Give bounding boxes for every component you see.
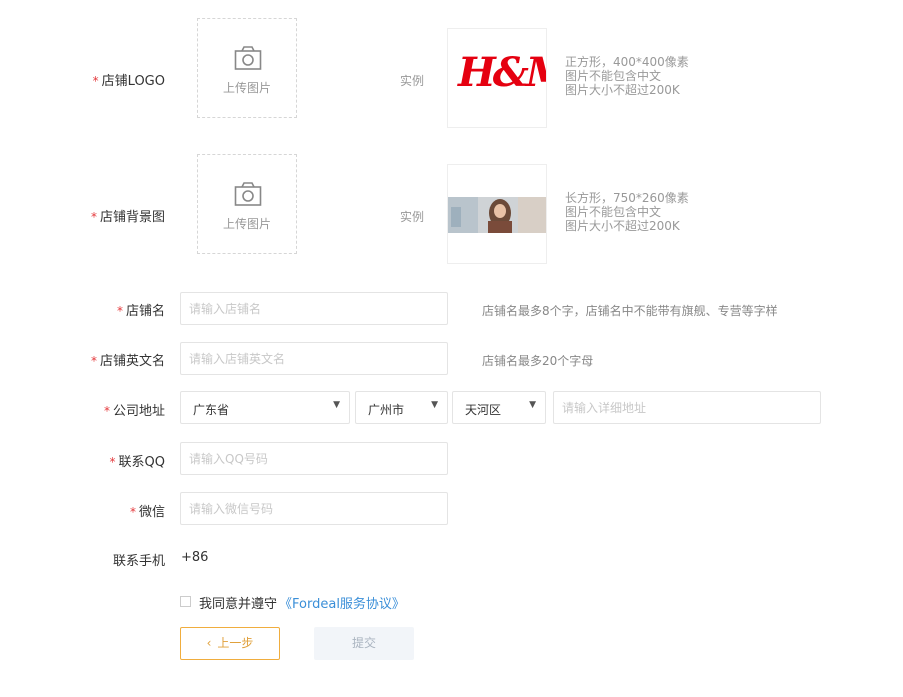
required-mark: * bbox=[90, 210, 97, 224]
background-label: * 店铺背景图 bbox=[90, 210, 165, 225]
prev-step-button[interactable]: ‹ 上一步 bbox=[180, 627, 280, 660]
store-english-name-hint: 店铺名最多20个字母 bbox=[482, 354, 594, 368]
agreement-checkbox[interactable] bbox=[180, 596, 191, 607]
required-mark: * bbox=[90, 354, 97, 368]
camera-icon bbox=[234, 182, 262, 206]
logo-spec: 正方形，400*400像素 图片不能包含中文 图片大小不超过200K bbox=[565, 55, 689, 97]
province-value: 广东省 bbox=[193, 403, 230, 417]
store-english-name-input[interactable] bbox=[180, 342, 448, 375]
submit-button[interactable]: 提交 bbox=[314, 627, 414, 660]
required-mark: * bbox=[116, 304, 123, 318]
store-name-label: * 店铺名 bbox=[116, 304, 165, 319]
logo-example-image: H&M bbox=[447, 28, 547, 128]
hm-logo: H&M bbox=[458, 49, 546, 96]
background-example-image bbox=[447, 164, 547, 264]
required-mark: * bbox=[129, 505, 136, 519]
background-example-label: 实例 bbox=[400, 210, 425, 224]
wechat-input[interactable] bbox=[180, 492, 448, 525]
background-upload[interactable]: 上传图片 bbox=[197, 154, 297, 254]
address-detail-input[interactable] bbox=[553, 391, 821, 424]
wechat-label: * 微信 bbox=[129, 505, 165, 520]
logo-upload[interactable]: 上传图片 bbox=[197, 18, 297, 118]
store-name-input[interactable] bbox=[180, 292, 448, 325]
required-mark: * bbox=[92, 74, 99, 88]
store-name-hint: 店铺名最多8个字，店铺名中不能带有旗舰、专营等字样 bbox=[482, 304, 778, 318]
agreement-link[interactable]: 《Fordeal服务协议》 bbox=[279, 597, 405, 612]
city-select[interactable]: 广州市 ▼ bbox=[355, 391, 448, 424]
required-mark: * bbox=[109, 455, 116, 469]
required-mark: * bbox=[103, 404, 110, 418]
logo-example-label: 实例 bbox=[400, 74, 425, 88]
background-spec: 长方形，750*260像素 图片不能包含中文 图片大小不超过200K bbox=[565, 191, 689, 233]
agreement-text: 我同意并遵守 《Fordeal服务协议》 bbox=[199, 597, 405, 612]
city-value: 广州市 bbox=[368, 403, 405, 417]
district-value: 天河区 bbox=[465, 403, 502, 417]
qq-input[interactable] bbox=[180, 442, 448, 475]
upload-text: 上传图片 bbox=[222, 81, 271, 95]
model-photo bbox=[448, 197, 546, 233]
upload-text: 上传图片 bbox=[222, 217, 271, 231]
store-english-name-label: * 店铺英文名 bbox=[90, 354, 165, 369]
camera-icon bbox=[234, 46, 262, 70]
chevron-down-icon: ▼ bbox=[333, 400, 340, 410]
address-label: * 公司地址 bbox=[103, 404, 165, 419]
qq-label: * 联系QQ bbox=[109, 455, 165, 470]
chevron-down-icon: ▼ bbox=[431, 400, 438, 410]
chevron-left-icon: ‹ bbox=[206, 636, 212, 650]
chevron-down-icon: ▼ bbox=[529, 400, 536, 410]
phone-prefix: +86 bbox=[181, 550, 209, 565]
phone-label: 联系手机 bbox=[112, 554, 165, 569]
district-select[interactable]: 天河区 ▼ bbox=[452, 391, 546, 424]
province-select[interactable]: 广东省 ▼ bbox=[180, 391, 350, 424]
logo-label: * 店铺LOGO bbox=[92, 74, 165, 89]
